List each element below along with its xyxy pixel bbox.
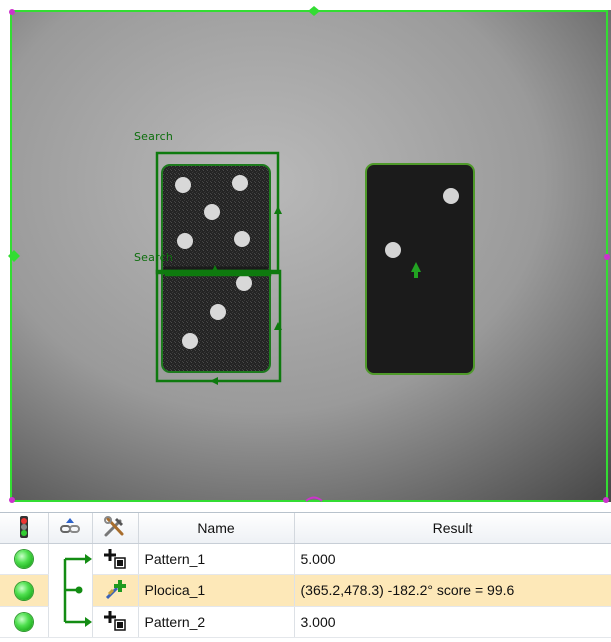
image-viewer[interactable]: Search Search [0,0,611,510]
status-ok-icon [14,550,33,569]
tree-connector-cell [48,543,93,638]
search-region-label-2: Search [134,251,173,264]
name-column-header[interactable]: Name [138,513,295,544]
tool-type-cell [92,543,139,576]
results-panel: Name Result Pattern_1 5.000 Plocica_1 (3… [0,512,611,642]
status-cell [0,606,49,639]
search-region-label-1: Search [134,130,173,143]
tool-result-cell: 5.000 [294,543,611,576]
pattern-tool-icon [103,547,127,572]
tool-type-cell [92,574,139,607]
status-ok-icon [14,581,33,600]
pattern-tool-icon [103,609,127,634]
tree-connector-icon [63,554,91,627]
status-light-icon [17,515,31,542]
scene-background [10,10,611,502]
status-cell [0,574,49,607]
link-column-header[interactable] [48,513,93,544]
status-ok-icon [14,612,33,631]
table-row[interactable]: Pattern_1 5.000 [0,543,611,638]
tools-column-header[interactable] [92,513,139,544]
tool-result-cell: (365.2,478.3) -182.2° score = 99.6 [294,574,611,607]
tool-type-cell [92,606,139,639]
tool-name-cell[interactable]: Plocica_1 [138,574,295,607]
tool-name-cell[interactable]: Pattern_2 [138,606,295,639]
tool-name-cell[interactable]: Pattern_1 [138,543,295,576]
roi-handle-bottom-right[interactable] [603,497,609,503]
roi-handle-top-left[interactable] [9,9,15,15]
table-header-row: Name Result [0,513,611,544]
results-table: Name Result Pattern_1 5.000 Plocica_1 (3… [0,513,611,639]
link-icon [59,517,81,540]
roi-handle-bottom-left[interactable] [9,497,15,503]
camera-image[interactable] [0,0,611,510]
roi-handle-right[interactable] [604,254,610,260]
status-column-header[interactable] [0,513,49,544]
fixture-tool-icon [103,578,127,603]
result-column-header[interactable]: Result [294,513,611,544]
tools-icon [103,515,127,541]
domino-right [365,163,475,375]
status-cell [0,543,49,576]
tool-result-cell: 3.000 [294,606,611,639]
